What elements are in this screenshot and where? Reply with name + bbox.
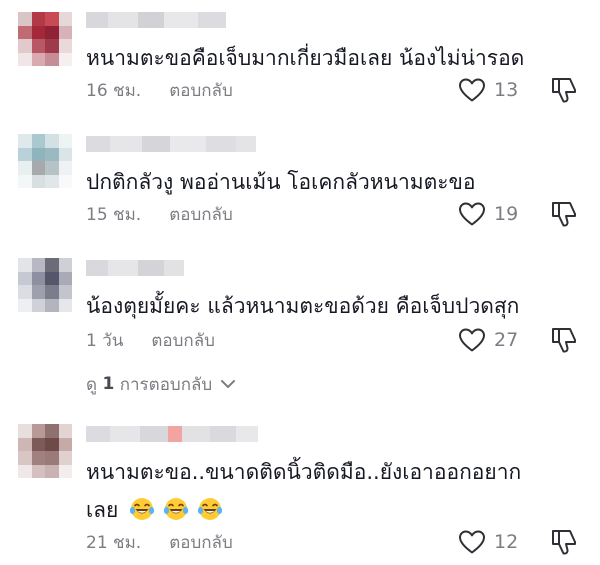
reply-button[interactable]: ตอบกลับ: [169, 529, 233, 556]
view-replies-button[interactable]: ดู 1 การตอบกลับ: [86, 372, 236, 396]
comment-text: ปกติกลัวงู พออ่านเม้น โอเคกลัวหนามตะขอ: [86, 170, 476, 194]
view-replies-prefix: ดู: [86, 374, 103, 395]
username-blurred[interactable]: [86, 260, 184, 276]
view-replies-label: การตอบกลับ: [114, 374, 213, 395]
dislike-button[interactable]: [550, 528, 578, 556]
chevron-down-icon: [221, 380, 236, 388]
like-button[interactable]: 27: [458, 326, 518, 354]
tears-of-joy-emoji: [129, 498, 155, 520]
username-blurred[interactable]: [86, 426, 258, 442]
like-count: 27: [494, 329, 519, 351]
like-button[interactable]: 19: [458, 200, 518, 228]
like-count: 12: [494, 531, 519, 553]
thumbs-down-icon: [552, 530, 576, 555]
thumbs-down-icon: [552, 202, 576, 227]
username-blurred[interactable]: [86, 136, 256, 152]
dislike-button[interactable]: [550, 200, 578, 228]
thumbs-down-icon: [552, 328, 576, 353]
heart-outline-icon: [459, 530, 485, 554]
avatar[interactable]: [18, 134, 72, 188]
tears-of-joy-emoji: [163, 498, 189, 520]
like-count: 19: [494, 203, 519, 225]
like-button[interactable]: 13: [458, 76, 518, 104]
heart-outline-icon: [459, 328, 485, 352]
heart-outline-icon: [459, 202, 485, 226]
dislike-button[interactable]: [550, 76, 578, 104]
comment-time: 21 ชม.: [86, 532, 142, 553]
comment-text-continuation: เลย: [86, 498, 119, 522]
avatar[interactable]: [18, 258, 72, 312]
comment-meta: 16 ชม. ตอบกลับ: [86, 78, 233, 102]
comment-time: 15 ชม.: [86, 204, 142, 225]
comment-meta: 21 ชม. ตอบกลับ: [86, 530, 233, 554]
username-blurred[interactable]: [86, 12, 226, 28]
reply-button[interactable]: ตอบกลับ: [151, 327, 215, 354]
comment-text: น้องตุยมั้ยคะ แล้วหนามตะขอด้วย คือเจ็บปว…: [86, 294, 520, 318]
comment-meta: 15 ชม. ตอบกลับ: [86, 202, 233, 226]
dislike-button[interactable]: [550, 326, 578, 354]
comment-text-line2: เลย: [86, 492, 576, 528]
comment-text: หนามตะขอ..ขนาดติดนิ้วติดมือ..ยังเอาออกอย…: [86, 460, 522, 484]
thumbs-down-icon: [552, 78, 576, 103]
avatar[interactable]: [18, 12, 72, 66]
view-replies-count: 1: [102, 374, 115, 394]
comment-time: 1 วัน: [86, 330, 124, 351]
comment-text: หนามตะขอคือเจ็บมากเกี่ยวมือเลย น้องไม่น่…: [86, 46, 525, 70]
reply-button[interactable]: ตอบกลับ: [169, 77, 233, 104]
comment-meta: 1 วัน ตอบกลับ: [86, 328, 215, 352]
like-button[interactable]: 12: [458, 528, 518, 556]
like-count: 13: [494, 79, 519, 101]
avatar[interactable]: [18, 424, 72, 478]
heart-outline-icon: [459, 78, 485, 102]
tears-of-joy-emoji: [197, 498, 223, 520]
reply-button[interactable]: ตอบกลับ: [169, 201, 233, 228]
comment-time: 16 ชม.: [86, 80, 142, 101]
